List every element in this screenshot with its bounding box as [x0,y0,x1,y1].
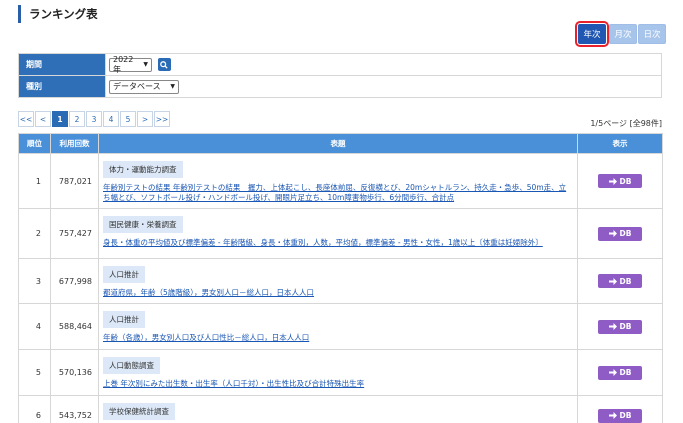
table-title-link[interactable]: 都道府県，年齢（5歳階級），男女別人口－総人口，日本人人口 [103,288,573,298]
survey-tag: 人口推計 [103,311,145,328]
db-button[interactable]: DB [598,174,642,188]
header-count: 利用回数 [50,133,99,154]
rank-cell: 2 [18,208,51,259]
table-title-link[interactable]: 年齢（各歳），男女別人口及び人口性比－総人口，日本人人口 [103,333,573,343]
ranking-table: 順位 利用回数 表題 表示 1 787,021 体力・運動能力調査 年齢別テスト… [18,133,663,423]
survey-tag: 体力・運動能力調査 [103,161,183,178]
type-select[interactable]: データベース ▼ [109,79,179,94]
table-row: 4 588,464 人口推計 年齢（各歳），男女別人口及び人口性比－総人口，日本… [18,303,663,350]
arrow-right-icon [608,277,617,285]
survey-tag: 国民健康・栄養調査 [103,216,183,233]
rank-cell: 4 [18,303,51,350]
pager-prev[interactable]: < [35,111,51,127]
arrow-right-icon [608,177,617,185]
table-row: 3 677,998 人口推計 都道府県，年齢（5歳階級），男女別人口－総人口，日… [18,258,663,304]
filter-table: 期間 2022年 ▼ 種別 データベース ▼ [18,53,662,98]
pagination: << < 1 2 3 4 5 > >> [18,111,171,127]
search-button[interactable] [157,58,171,71]
table-title-link[interactable]: 上巻 年次別にみた出生数・出生率（人口千対）・出生性比及び合計特殊出生率 [103,379,573,389]
db-button[interactable]: DB [598,365,642,380]
pager-page-2[interactable]: 2 [69,111,85,127]
db-button[interactable]: DB [598,274,642,288]
chevron-down-icon: ▼ [170,83,175,90]
survey-tag: 学校保健統計調査 [103,403,175,420]
count-cell: 677,998 [50,258,99,304]
rank-cell: 1 [18,153,51,209]
db-button[interactable]: DB [598,319,642,334]
rank-cell: 6 [18,395,51,423]
table-title-link[interactable]: 身長・体重の平均値及び標準偏差 - 年齢階級、身長・体重別，人数，平均値，標準偏… [103,238,573,248]
count-cell: 543,752 [50,395,99,423]
search-icon [160,60,168,69]
header-show: 表示 [577,133,663,154]
tab-daily[interactable]: 日次 [638,24,666,44]
table-row: 2 757,427 国民健康・栄養調査 身長・体重の平均値及び標準偏差 - 年齢… [18,208,663,259]
period-tabs: 年次 月次 日次 [575,21,666,47]
arrow-right-icon [608,369,617,376]
rank-cell: 5 [18,349,51,396]
pager-next[interactable]: > [137,111,153,127]
pager-last[interactable]: >> [154,111,170,127]
header-rank: 順位 [18,133,51,154]
pager-page-1[interactable]: 1 [52,111,68,127]
arrow-right-icon [608,323,617,330]
count-cell: 757,427 [50,208,99,259]
page-info: 1/5ページ [全98件] [590,119,662,128]
type-label: 種別 [18,75,106,98]
table-title-link[interactable]: 年齢別テストの結果 年齢別テストの結果 握力、上体起こし、長座体前屈、反復横とび… [103,183,573,203]
page-title: ランキング表 [18,5,98,23]
pager-page-4[interactable]: 4 [103,111,119,127]
table-row: 6 543,752 学校保健統計調査 DB [18,395,663,423]
pager-page-3[interactable]: 3 [86,111,102,127]
survey-tag: 人口推計 [103,266,145,283]
tab-yearly[interactable]: 年次 [575,21,609,47]
count-cell: 787,021 [50,153,99,209]
period-select[interactable]: 2022年 ▼ [109,55,152,74]
db-button[interactable]: DB [598,408,642,423]
pager-page-5[interactable]: 5 [120,111,136,127]
chevron-down-icon: ▼ [143,61,148,68]
arrow-right-icon [608,230,617,237]
arrow-right-icon [608,412,617,419]
db-button[interactable]: DB [598,226,642,241]
count-cell: 588,464 [50,303,99,350]
table-row: 5 570,136 人口動態調査 上巻 年次別にみた出生数・出生率（人口千対）・… [18,349,663,396]
count-cell: 570,136 [50,349,99,396]
survey-tag: 人口動態調査 [103,357,160,374]
tab-monthly[interactable]: 月次 [609,24,637,44]
period-label: 期間 [18,53,106,76]
header-title: 表題 [98,133,578,154]
rank-cell: 3 [18,258,51,304]
pager-first[interactable]: << [18,111,34,127]
table-row: 1 787,021 体力・運動能力調査 年齢別テストの結果 年齢別テストの結果 … [18,153,663,209]
